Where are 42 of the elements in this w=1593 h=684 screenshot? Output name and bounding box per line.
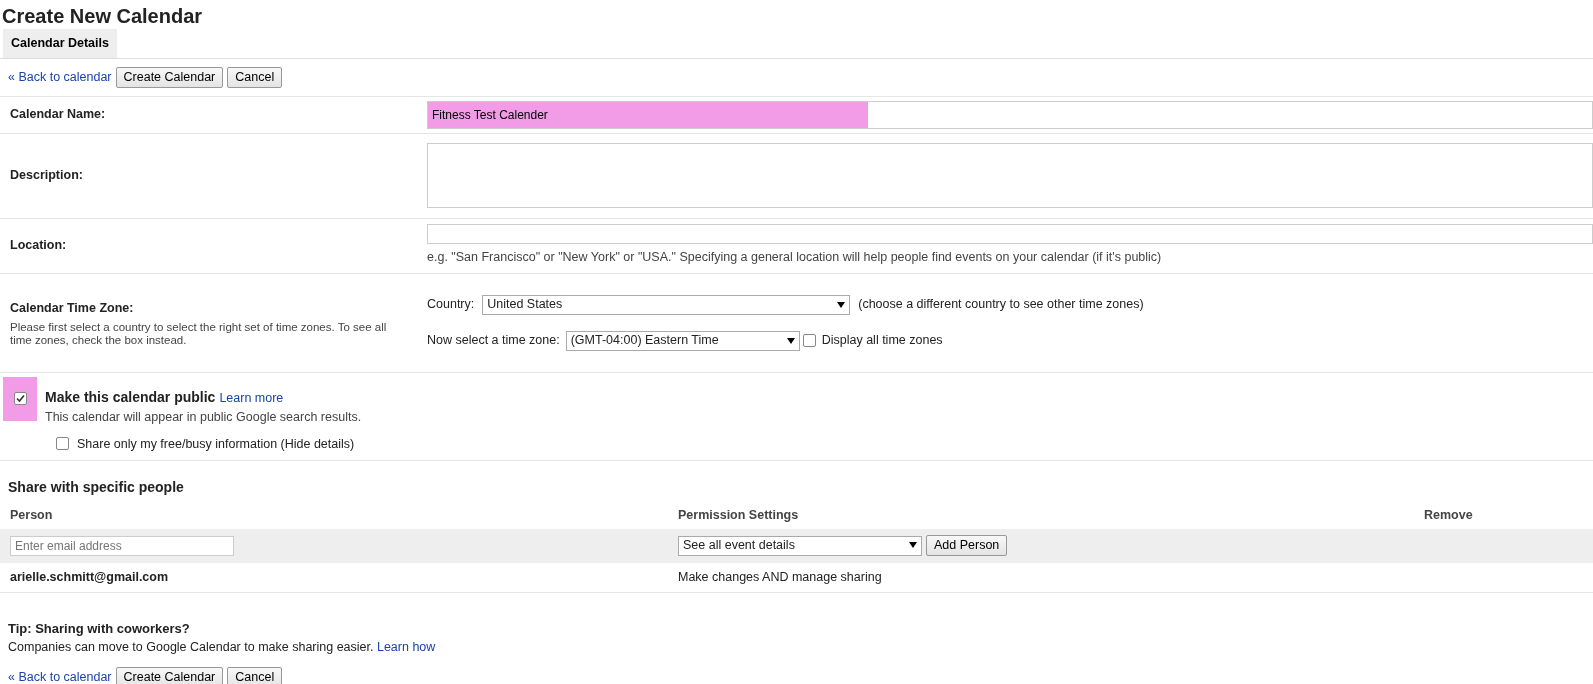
name-field[interactable]: Fitness Test Calender [427,100,1593,129]
field-label: Location: [9,237,68,255]
tab[interactable]: Calendar Details [3,29,117,58]
timezone-dropdown[interactable]: (GMT-04:00) Eastern Time [565,330,800,351]
hint-text: e.g. "San Francisco" or "New York" or "USA." Specifying a general location will help people find events on your calendar (if it's public) [427,249,1163,267]
location-field[interactable] [427,224,1593,245]
back-link[interactable]: « Back to calendar [8,667,112,684]
cancel-button[interactable]: Cancel [227,66,283,88]
field-label: Country: [427,296,475,314]
column-header: Remove [1424,506,1473,524]
note-text: (choose a different country to see other time zones) [858,296,1144,314]
column-header: Permission Settings [678,506,800,524]
checkbox[interactable] [802,334,816,348]
option-title: Make this calendar public [45,387,216,407]
permission-dropdown[interactable]: See all event details [678,535,922,556]
field-label: Calendar Name: [9,106,107,124]
help-text: Please first select a country to select the right set of time zones. To see all time zones, check the box instead. [10,320,388,347]
field-label: Calendar Time Zone: [10,299,135,317]
checkbox[interactable] [56,437,69,451]
option-note: This calendar will appear in public Google search results. [45,408,362,426]
person-email: arielle.schmitt@gmail.com [9,568,170,586]
cancel-button[interactable]: Cancel [227,666,283,684]
tip-text: Companies can move to Google Calendar to make sharing easier. [8,640,375,654]
create-calendar-button[interactable]: Create Calendar [115,666,224,684]
back-link[interactable]: « Back to calendar [8,67,112,87]
learn-more-link[interactable]: Learn more [219,388,284,408]
column-header: Person [9,506,54,524]
field-label: Description: [9,167,84,185]
description-field[interactable] [427,143,1593,209]
country-dropdown[interactable]: United States [482,294,851,315]
email-field[interactable]: Enter email address [10,535,234,556]
tip-heading: Tip: Sharing with coworkers? [8,619,191,638]
field-label: Now select a time zone: [427,332,560,350]
checkbox-label: Share only my free/busy information (Hide details) [77,435,355,453]
checkbox[interactable] [13,392,27,406]
page-title: Create New Calendar [2,4,204,29]
add-person-button[interactable]: Add Person [926,535,1008,556]
section-heading: Share with specific people [7,477,185,497]
checkbox-label: Display all time zones [821,332,943,350]
permission-text: Make changes AND manage sharing [678,568,883,586]
learn-how-link[interactable]: Learn how [376,640,436,654]
create-calendar-button[interactable]: Create Calendar [115,66,224,88]
